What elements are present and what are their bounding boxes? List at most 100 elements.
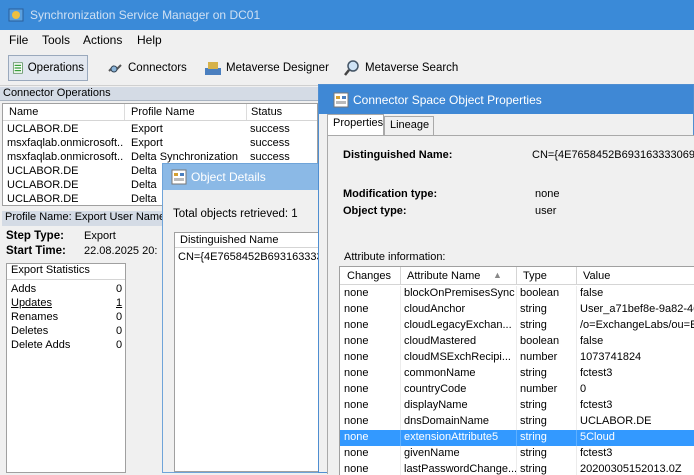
attr-value: false [580,335,604,347]
tab-properties[interactable]: Properties [327,114,384,135]
connectors-button[interactable]: Connectors [103,55,190,81]
attr-changes: none [344,351,369,363]
window-icon [171,169,187,185]
col-status[interactable]: Status [251,106,282,118]
metaverse-search-button[interactable]: Metaverse Search [340,55,461,81]
attribute-row[interactable]: none givenName string fctest3 [340,446,694,462]
attribute-row[interactable]: none cloudLegacyExchan... string/o=Exchang… [340,318,694,334]
ops-row[interactable]: msxfaqlab.onmicrosoft... Export success [3,137,317,151]
col-distinguished-name[interactable]: Distinguished Name [180,234,278,246]
object-details-window: Object Details Total objects retrieved: … [162,163,334,473]
object-type-value: user [535,205,557,217]
step-type-value: Export [84,230,116,242]
attr-name: extensionAttribute5 [404,431,499,443]
export-statistics-header: Export Statistics [7,264,125,280]
dn-label: Distinguished Name: [343,149,453,161]
step-type-label: Step Type: [6,230,64,242]
attr-type: number [520,383,558,395]
attribute-row[interactable]: none lastPasswordChange... string 202003051… [340,462,694,475]
attr-name: cloudMastered [404,335,477,347]
attr-changes: none [344,447,369,459]
connector-operations-header: Connector Operations [0,87,318,101]
attr-name: displayName [404,399,468,411]
profile-bar: Profile Name: Export User Name [2,211,162,226]
start-time-value: 22.08.2025 20: [84,245,158,257]
connectors-label: Connectors [128,62,187,74]
object-details-title: Object Details [191,170,266,184]
sync-service-app-icon [8,8,24,22]
cs-title: Connector Space Object Properties [353,93,542,107]
attr-value: User_a71bef8e-9a82-46 [580,303,694,315]
dn-value: CN={4E7658452B6931633330696 [532,149,694,161]
attr-name: givenName [404,447,460,459]
col-value[interactable]: Value [583,270,610,282]
attr-value: fctest3 [580,399,613,411]
col-name[interactable]: Name [9,106,38,118]
stat-delete-adds: Delete Adds 0 [11,339,123,351]
attr-changes: none [344,319,369,331]
col-attribute-name[interactable]: Attribute Name [407,270,480,282]
attr-changes: none [344,399,369,411]
attribute-row[interactable]: none dnsDomainName string UCLABOR.DE [340,414,694,430]
attr-value: 5Cloud [580,431,615,443]
menu-file[interactable]: File [9,33,28,47]
metaverse-designer-label: Metaverse Designer [226,62,329,74]
ops-row[interactable]: UCLABOR.DE Export success [3,123,317,137]
attr-changes: none [344,303,369,315]
attr-value: /o=ExchangeLabs/ou=E [580,319,694,331]
attr-value: 0 [580,383,587,395]
stat-updates[interactable]: Updates 1 [11,297,123,311]
col-changes[interactable]: Changes [347,270,391,282]
attribute-row[interactable]: none cloudMastered boolean false [340,334,694,350]
connectors-icon [108,64,122,73]
total-objects-text: Total objects retrieved: 1 [173,208,298,220]
stat-deletes: Deletes 0 [11,325,123,337]
attr-type: boolean [520,287,560,299]
window-icon [333,92,349,108]
object-row[interactable]: CN={4E7658452B6931633333 [178,251,329,263]
toolbar: Operations Connectors Metaverse Designer… [0,50,694,86]
metaverse-designer-button[interactable]: Metaverse Designer [201,55,332,81]
object-details-grid[interactable]: Distinguished Name CN={4E7658452B6931633… [174,232,334,472]
attr-changes: none [344,415,369,427]
attr-changes: none [344,463,369,475]
ops-table-header: Name Profile Name Status [3,104,317,121]
attribute-row[interactable]: none cloudMSExchRecipi... number 1073741824 [340,350,694,366]
operations-button[interactable]: Operations [8,55,88,81]
menu-actions[interactable]: Actions [83,33,122,47]
modification-type-value: none [535,188,560,200]
connector-space-properties-window: Connector Space Object Properties Proper… [318,84,694,475]
attr-type: string [520,431,547,443]
attr-value: 20200305152013.0Z [580,463,682,475]
attr-changes: none [344,335,369,347]
col-profile-name[interactable]: Profile Name [131,106,195,118]
attr-value: fctest3 [580,367,613,379]
attribute-row[interactable]: none blockOnPremisesSync boolean false [340,286,694,302]
object-details-title-bar[interactable]: Object Details [163,164,331,190]
attr-type: string [520,319,547,331]
attribute-row[interactable]: none commonName string fctest3 [340,366,694,382]
attr-name: dnsDomainName [404,415,489,427]
attr-type: string [520,367,547,379]
attr-type: number [520,351,558,363]
attribute-row[interactable]: none extensionAttribute5 string 5Cloud [340,430,694,446]
export-statistics-panel: Export Statistics Adds 0 Updates 1 Renames… [6,263,126,473]
sort-ascending-icon: ▲ [493,270,502,280]
metaverse-search-icon [344,60,359,76]
attribute-grid[interactable]: Changes Attribute Name ▲ Type Value none… [339,266,694,475]
cs-title-bar[interactable]: Connector Space Object Properties [319,85,693,114]
attr-name: cloudAnchor [404,303,466,315]
attribute-row[interactable]: none countryCode number 0 [340,382,694,398]
window-title: Synchronization Service Manager on DC01 [30,8,261,22]
attribute-row[interactable]: none cloudAnchor string User_a71bef8e-9a82-… [340,302,694,318]
stat-renames: Renames 0 [11,311,123,323]
attr-name: commonName [404,367,476,379]
attribute-row[interactable]: none displayName string fctest3 [340,398,694,414]
attr-value: false [580,287,604,299]
tab-lineage[interactable]: Lineage [384,116,434,135]
attribute-grid-header: Changes Attribute Name ▲ Type Value [340,267,694,285]
menu-tools[interactable]: Tools [42,33,70,47]
attr-name: blockOnPremisesSync [404,287,515,299]
menu-help[interactable]: Help [137,33,162,47]
col-type[interactable]: Type [523,270,547,282]
